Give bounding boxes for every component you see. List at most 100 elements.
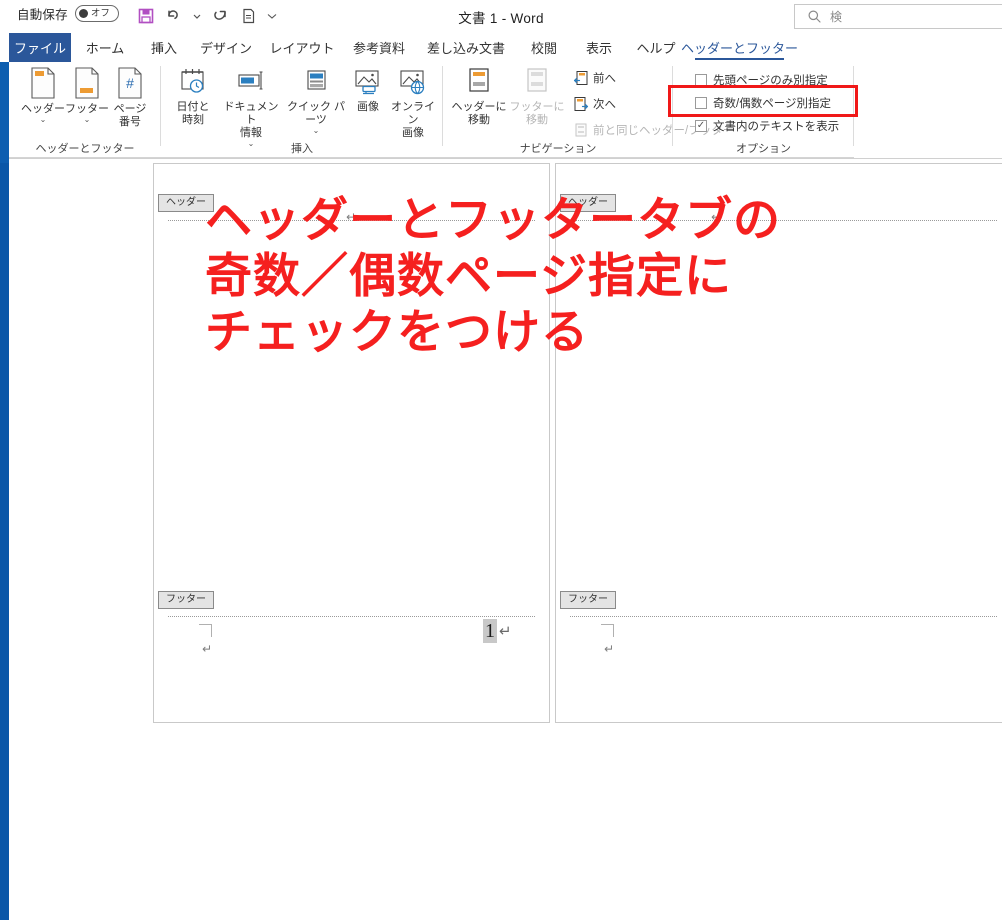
- page-1-footer-tag: フッター: [158, 591, 214, 609]
- tab-active-underline: [695, 58, 784, 60]
- tab-10[interactable]: ヘッダーとフッター: [681, 33, 798, 62]
- chevron-down-icon[interactable]: ⌄: [40, 116, 47, 124]
- redo-icon[interactable]: [208, 3, 233, 28]
- ribbon: ヘッダー ⌄ フッター ⌄ # ページ 番号 ヘッダーとフッター 日付と 時刻 …: [9, 62, 854, 158]
- tab-5[interactable]: 参考資料: [344, 33, 414, 62]
- tab-9[interactable]: ヘルプ: [628, 33, 684, 62]
- page-2-header-boundary: [570, 220, 997, 221]
- page-2-header-tag: ヘッダー: [560, 194, 616, 212]
- tab-1[interactable]: ホーム: [74, 33, 136, 62]
- next-section-icon: [574, 97, 589, 111]
- autosave-control[interactable]: 自動保存 オフ: [17, 4, 119, 23]
- tab-label: レイアウト: [269, 41, 335, 56]
- tab-4[interactable]: レイアウト: [263, 33, 341, 62]
- checkbox-box[interactable]: [695, 73, 707, 86]
- tab-2[interactable]: 挿入: [139, 33, 189, 62]
- ribbon-group-navigation-label: ナビゲーション: [519, 143, 597, 155]
- document-info-icon: [238, 71, 263, 90]
- ribbon-group-insert-label: 挿入: [291, 143, 313, 155]
- print-preview-icon[interactable]: [236, 3, 261, 28]
- ribbon-group-options-label: オプション: [736, 143, 791, 155]
- tab-label: デザイン: [200, 41, 253, 56]
- goto-footer-icon: [527, 68, 547, 92]
- quick-parts-button[interactable]: クイック パーツ ⌄: [285, 66, 347, 135]
- group-separator: [853, 66, 854, 146]
- document-canvas[interactable]: ヘッダー ↵ フッター ↵ 1 ↵ ヘッダー ↵ フッター ↵: [9, 163, 1002, 920]
- autosave-knob-icon: [78, 9, 88, 18]
- tab-8[interactable]: 表示: [573, 33, 625, 62]
- previous-label: 前へ: [593, 73, 616, 85]
- quick-parts-icon: [307, 70, 326, 90]
- page-1[interactable]: ヘッダー ↵ フッター ↵ 1 ↵: [153, 163, 550, 723]
- page-number-label: ページ 番号: [113, 103, 147, 128]
- goto-footer-label: フッターに 移動: [509, 101, 565, 126]
- svg-text:#: #: [126, 75, 134, 91]
- tab-label: ホーム: [85, 41, 125, 56]
- checkbox-box[interactable]: ✓: [695, 119, 707, 132]
- previous-button[interactable]: 前へ: [573, 68, 616, 88]
- goto-header-label: ヘッダーに 移動: [451, 101, 507, 126]
- search-box[interactable]: 検: [794, 4, 1002, 29]
- page-1-footer-corner-mark: [199, 624, 212, 637]
- checkbox-box[interactable]: [695, 96, 707, 109]
- qat-customize-icon[interactable]: [264, 3, 280, 28]
- desktop-background-strip-lower: [0, 163, 9, 920]
- pictures-button[interactable]: 画像: [347, 66, 389, 114]
- chevron-down-icon[interactable]: ⌄: [313, 127, 320, 135]
- different-first-page-checkbox[interactable]: 先頭ページのみ別指定: [695, 70, 828, 89]
- word-application-window: 自動保存 オフ 文書 1 - Word 検 ファイル ホーム 挿入 デザイン レ…: [0, 0, 1002, 920]
- show-document-text-checkbox[interactable]: ✓ 文書内のテキストを表示: [695, 116, 839, 135]
- page-2-footer-tag: フッター: [560, 591, 616, 609]
- next-button[interactable]: 次へ: [573, 94, 616, 114]
- pictures-label: 画像: [357, 101, 379, 113]
- next-label: 次へ: [593, 99, 616, 111]
- different-odd-even-label: 奇数/偶数ページ別指定: [713, 97, 831, 110]
- undo-dropdown-icon[interactable]: [189, 3, 205, 28]
- different-first-page-label: 先頭ページのみ別指定: [713, 74, 828, 87]
- online-pictures-label: オンライン 画像: [391, 101, 435, 139]
- goto-header-button[interactable]: ヘッダーに 移動: [451, 66, 507, 127]
- tab-label: 挿入: [150, 41, 177, 56]
- tab-7[interactable]: 校閲: [518, 33, 570, 62]
- chevron-down-icon[interactable]: ⌄: [84, 116, 91, 124]
- document-title-text: 文書 1 - Word: [458, 11, 544, 26]
- tab-label: ヘルプ: [636, 41, 676, 56]
- tab-0[interactable]: ファイル: [9, 33, 71, 62]
- search-placeholder: 検: [830, 10, 843, 24]
- previous-section-icon: [573, 71, 588, 85]
- save-icon[interactable]: [133, 3, 158, 28]
- tab-label: 差し込み文書: [427, 41, 506, 56]
- calendar-clock-icon: [181, 69, 204, 93]
- page-2-footer-boundary: [570, 616, 997, 617]
- page-1-header-tag: ヘッダー: [158, 194, 214, 212]
- search-icon: [808, 10, 821, 23]
- tab-3[interactable]: デザイン: [192, 33, 260, 62]
- link-previous-icon: [575, 123, 587, 137]
- date-time-button[interactable]: 日付と 時刻: [169, 66, 217, 127]
- page-2-header-pilcrow: ↵: [711, 210, 722, 224]
- undo-icon[interactable]: [161, 3, 186, 28]
- date-time-label: 日付と 時刻: [176, 101, 210, 126]
- online-picture-icon: [400, 70, 425, 95]
- page-2-footer-corner-mark: [601, 624, 614, 637]
- autosave-state-label: オフ: [90, 7, 110, 19]
- ribbon-group-header-footer-label: ヘッダーとフッター: [35, 143, 135, 155]
- autosave-label: 自動保存: [17, 8, 68, 22]
- footer-page-icon: [75, 67, 99, 99]
- page-1-page-number[interactable]: 1: [483, 619, 497, 643]
- tab-label: 校閲: [530, 41, 557, 56]
- document-info-button[interactable]: ドキュメント 情報 ⌄: [219, 66, 283, 148]
- page-1-footer-boundary: [168, 616, 535, 617]
- page-2-footer-pilcrow: ↵: [604, 642, 615, 656]
- different-odd-even-checkbox[interactable]: 奇数/偶数ページ別指定: [695, 93, 831, 112]
- page-2[interactable]: ヘッダー ↵ フッター ↵: [555, 163, 1002, 723]
- tab-label: ファイル: [14, 41, 67, 56]
- page-number-button[interactable]: # ページ 番号: [105, 66, 155, 129]
- page-1-page-number-pilcrow: ↵: [499, 623, 512, 640]
- tab-6[interactable]: 差し込み文書: [417, 33, 515, 62]
- goto-footer-button[interactable]: フッターに 移動: [509, 66, 565, 127]
- online-pictures-button[interactable]: オンライン 画像: [387, 66, 439, 140]
- tab-label: 表示: [585, 41, 612, 56]
- picture-icon: [355, 70, 379, 95]
- autosave-toggle[interactable]: オフ: [74, 5, 119, 22]
